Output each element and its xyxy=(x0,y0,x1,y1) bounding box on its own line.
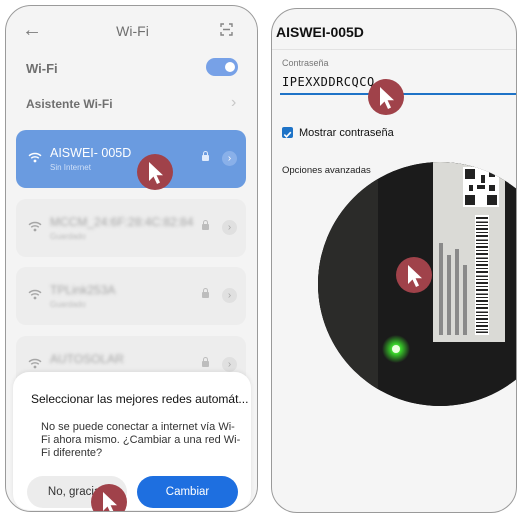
divider xyxy=(272,49,516,50)
router-label-photo xyxy=(318,162,516,406)
password-screen: AISWEI-005D Contraseña IPEXXDDRCQCQ Most… xyxy=(271,8,517,513)
dialog-title: Seleccionar las mejores redes automát... xyxy=(31,392,249,406)
cursor-pointer-icon xyxy=(368,79,404,115)
password-input[interactable]: IPEXXDDRCQCQ xyxy=(282,75,375,89)
switch-network-dialog: Seleccionar las mejores redes automát...… xyxy=(13,372,251,510)
show-password-checkbox[interactable] xyxy=(282,127,293,138)
dialog-message: No se puede conectar a internet vía Wi-F… xyxy=(41,421,241,459)
wifi-settings-screen: ← Wi-Fi Wi-Fi Asistente Wi-Fi › AISWEI- … xyxy=(5,5,258,512)
checkmark-icon xyxy=(283,131,292,138)
cursor-pointer-icon xyxy=(91,484,127,511)
cursor-pointer-icon xyxy=(137,154,173,190)
cursor-pointer-icon xyxy=(396,257,432,293)
show-password-label: Mostrar contraseña xyxy=(299,127,394,139)
switch-button[interactable]: Cambiar xyxy=(137,476,238,508)
advanced-options-label[interactable]: Opciones avanzadas xyxy=(282,165,371,176)
password-label: Contraseña xyxy=(282,58,329,68)
network-title: AISWEI-005D xyxy=(276,24,364,40)
